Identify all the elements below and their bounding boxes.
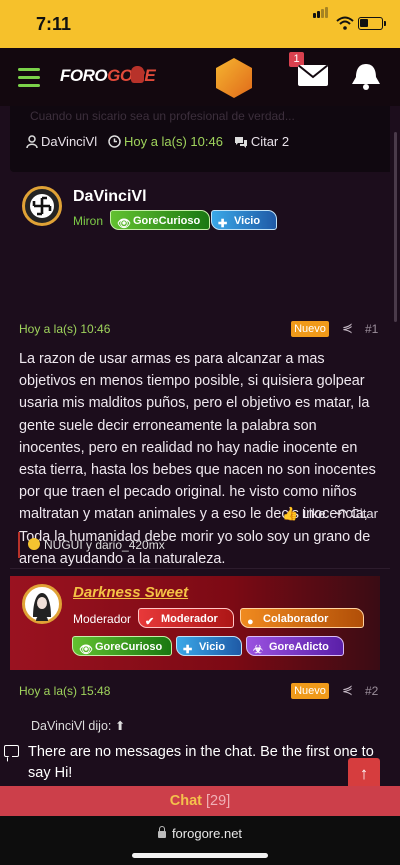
- badge-label: Moderador: [161, 613, 218, 625]
- previous-post-footer: Cuando un sicario sea un profesional de …: [10, 106, 390, 172]
- share-icon[interactable]: ⋞: [342, 682, 353, 698]
- badge-gorecurioso[interactable]: 👁 GoreCurioso: [110, 210, 210, 230]
- badge-label: Vicio: [199, 641, 226, 653]
- badge-label: GoreCurioso: [133, 215, 201, 227]
- notifications-bell-icon[interactable]: [348, 61, 384, 91]
- skull-logo-icon: [131, 66, 144, 83]
- user-icon: [26, 135, 38, 148]
- post-1-time[interactable]: Hoy a la(s) 10:46: [19, 322, 110, 336]
- post-1: DaVinciVl Miron 👁 GoreCurioso ✚ Vicio Hoy …: [10, 172, 390, 567]
- status-time: 7:11: [36, 14, 72, 34]
- check-icon: ✔: [145, 616, 155, 628]
- browser-bar: forogore.net: [0, 816, 400, 865]
- chat-icon: [4, 745, 19, 757]
- badge-label: Vicio: [234, 215, 261, 227]
- hexagon-logo-icon[interactable]: [214, 56, 254, 100]
- logo-text-foro: FORO: [60, 66, 108, 85]
- laugh-emoji-icon: [28, 538, 40, 550]
- thumbs-up-icon: 👍: [282, 506, 299, 521]
- like-label: Like: [301, 506, 326, 521]
- post-2-header: Darkness Sweet Moderador ✔ Moderador ● Col…: [10, 576, 380, 670]
- badge-label: GoreCurioso: [95, 641, 163, 653]
- clock-icon: [108, 135, 121, 148]
- post-2-role: Moderador: [73, 612, 132, 626]
- home-indicator[interactable]: [132, 853, 268, 858]
- post-divider: [10, 568, 390, 569]
- badge-label: Colaborador: [263, 613, 329, 625]
- badge-vicio[interactable]: ✚ Vicio: [211, 210, 277, 230]
- swastika-avatar-icon: [30, 194, 54, 218]
- chat-bar-button[interactable]: Chat [29]: [0, 786, 400, 816]
- new-badge: Nuevo: [291, 321, 329, 337]
- avatar[interactable]: [22, 186, 62, 226]
- menu-icon[interactable]: [18, 68, 40, 92]
- faded-quote-text: Cuando un sicario sea un profesional de …: [30, 109, 295, 123]
- scrollbar[interactable]: [394, 132, 397, 322]
- quote-author: DaVinciVl dijo:: [31, 719, 112, 733]
- comments-icon: [234, 137, 247, 148]
- previous-post-author[interactable]: DaVinciVl: [41, 134, 97, 149]
- badge-vicio[interactable]: ✚ Vicio: [176, 636, 242, 656]
- post-1-number[interactable]: #1: [365, 322, 378, 336]
- quote-label: Citar: [350, 506, 378, 521]
- battery-icon: [358, 17, 386, 30]
- reply-arrow-icon: ↶: [336, 506, 347, 521]
- like-button[interactable]: 👍 Like: [282, 506, 326, 522]
- previous-post-meta: DaVinciVl Hoy a la(s) 10:46 Citar 2: [26, 134, 289, 149]
- quote-attribution[interactable]: DaVinciVl dijo: ⬆: [31, 718, 125, 733]
- badge-moderador[interactable]: ✔ Moderador: [138, 608, 234, 628]
- url-text: forogore.net: [171, 826, 243, 841]
- avatar[interactable]: [22, 584, 62, 624]
- post-2-meta: Hoy a la(s) 15:48 Nuevo ⋞ #2: [19, 682, 380, 702]
- previous-post-time: Hoy a la(s) 10:46: [123, 134, 223, 149]
- address-bar[interactable]: forogore.net: [0, 826, 400, 841]
- badge-label: GoreAdicto: [269, 641, 329, 653]
- quote-button[interactable]: ↶ Citar: [336, 506, 378, 522]
- reaction-users: NUGUI y dario_420mx: [44, 538, 165, 552]
- post-1-author[interactable]: DaVinciVl: [73, 188, 147, 206]
- post-2-time[interactable]: Hoy a la(s) 15:48: [19, 684, 110, 698]
- chat-bar-label: Chat: [169, 793, 202, 809]
- eye-icon: 👁: [79, 644, 93, 656]
- post-2-number[interactable]: #2: [365, 684, 378, 698]
- badge-colaborador[interactable]: ● Colaborador: [240, 608, 364, 628]
- new-badge: Nuevo: [291, 683, 329, 699]
- scroll-to-top-button[interactable]: ↑: [348, 758, 380, 786]
- grenade-icon: ●: [247, 616, 254, 628]
- mail-icon[interactable]: [298, 65, 328, 86]
- post-2-author[interactable]: Darkness Sweet: [73, 584, 188, 601]
- thread-content: Cuando un sicario sea un profesional de …: [0, 106, 400, 786]
- post-1-reactions[interactable]: NUGUI y dario_420mx: [18, 532, 198, 558]
- previous-post-quote-count[interactable]: Citar 2: [251, 134, 289, 149]
- status-bar: 7:11: [0, 0, 400, 48]
- portrait-avatar-icon: [33, 593, 51, 621]
- badge-goreadicto[interactable]: ☣ GoreAdicto: [246, 636, 344, 656]
- post-1-role: Miron: [73, 214, 104, 228]
- syringe-icon: ✚: [218, 218, 228, 230]
- biohazard-icon: ☣: [253, 644, 263, 656]
- chat-empty-message: There are no messages in the chat. Be th…: [28, 744, 374, 781]
- share-icon[interactable]: ⋞: [342, 320, 353, 336]
- chat-preview: There are no messages in the chat. Be th…: [0, 742, 400, 786]
- top-navbar: FOROGORE 1: [0, 48, 400, 106]
- chat-bar-count: [29]: [206, 793, 231, 809]
- lock-icon: [157, 826, 166, 838]
- badge-gorecurioso[interactable]: 👁 GoreCurioso: [72, 636, 172, 656]
- eye-icon: 👁: [117, 218, 131, 230]
- arrow-up-circle-icon: ⬆: [114, 719, 126, 733]
- wifi-icon: [336, 16, 354, 30]
- syringe-icon: ✚: [183, 644, 193, 656]
